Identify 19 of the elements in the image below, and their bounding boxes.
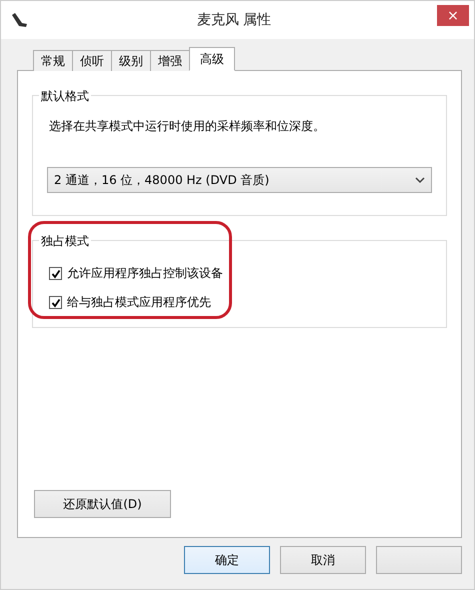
dialog-button[interactable]: 取消	[280, 546, 366, 574]
window-title: 麦克风 属性	[196, 11, 272, 29]
checkbox-label: 允许应用程序独占控制该设备	[67, 265, 223, 282]
group-title: 独占模式	[39, 233, 91, 250]
tab[interactable]: 增强	[150, 50, 190, 71]
tab[interactable]: 级别	[111, 50, 151, 71]
dialog-button[interactable]: 确定	[184, 546, 270, 574]
group-title: 默认格式	[39, 88, 91, 105]
description-text: 选择在共享模式中运行时使用的采样频率和位深度。	[49, 118, 326, 135]
tab[interactable]: 常规	[33, 50, 73, 71]
close-button[interactable]: ×	[437, 5, 469, 26]
tab[interactable]: 高级	[189, 47, 235, 71]
checkbox[interactable]	[49, 296, 62, 309]
tab[interactable]: 侦听	[72, 50, 112, 71]
restore-defaults-button[interactable]: 还原默认值(D)	[34, 490, 171, 518]
checkbox-label: 给与独占模式应用程序优先	[67, 294, 211, 311]
checkbox[interactable]	[49, 267, 62, 280]
chevron-down-icon	[415, 176, 425, 184]
format-dropdown[interactable]: 2 通道，16 位，48000 Hz (DVD 音质)	[47, 167, 432, 193]
